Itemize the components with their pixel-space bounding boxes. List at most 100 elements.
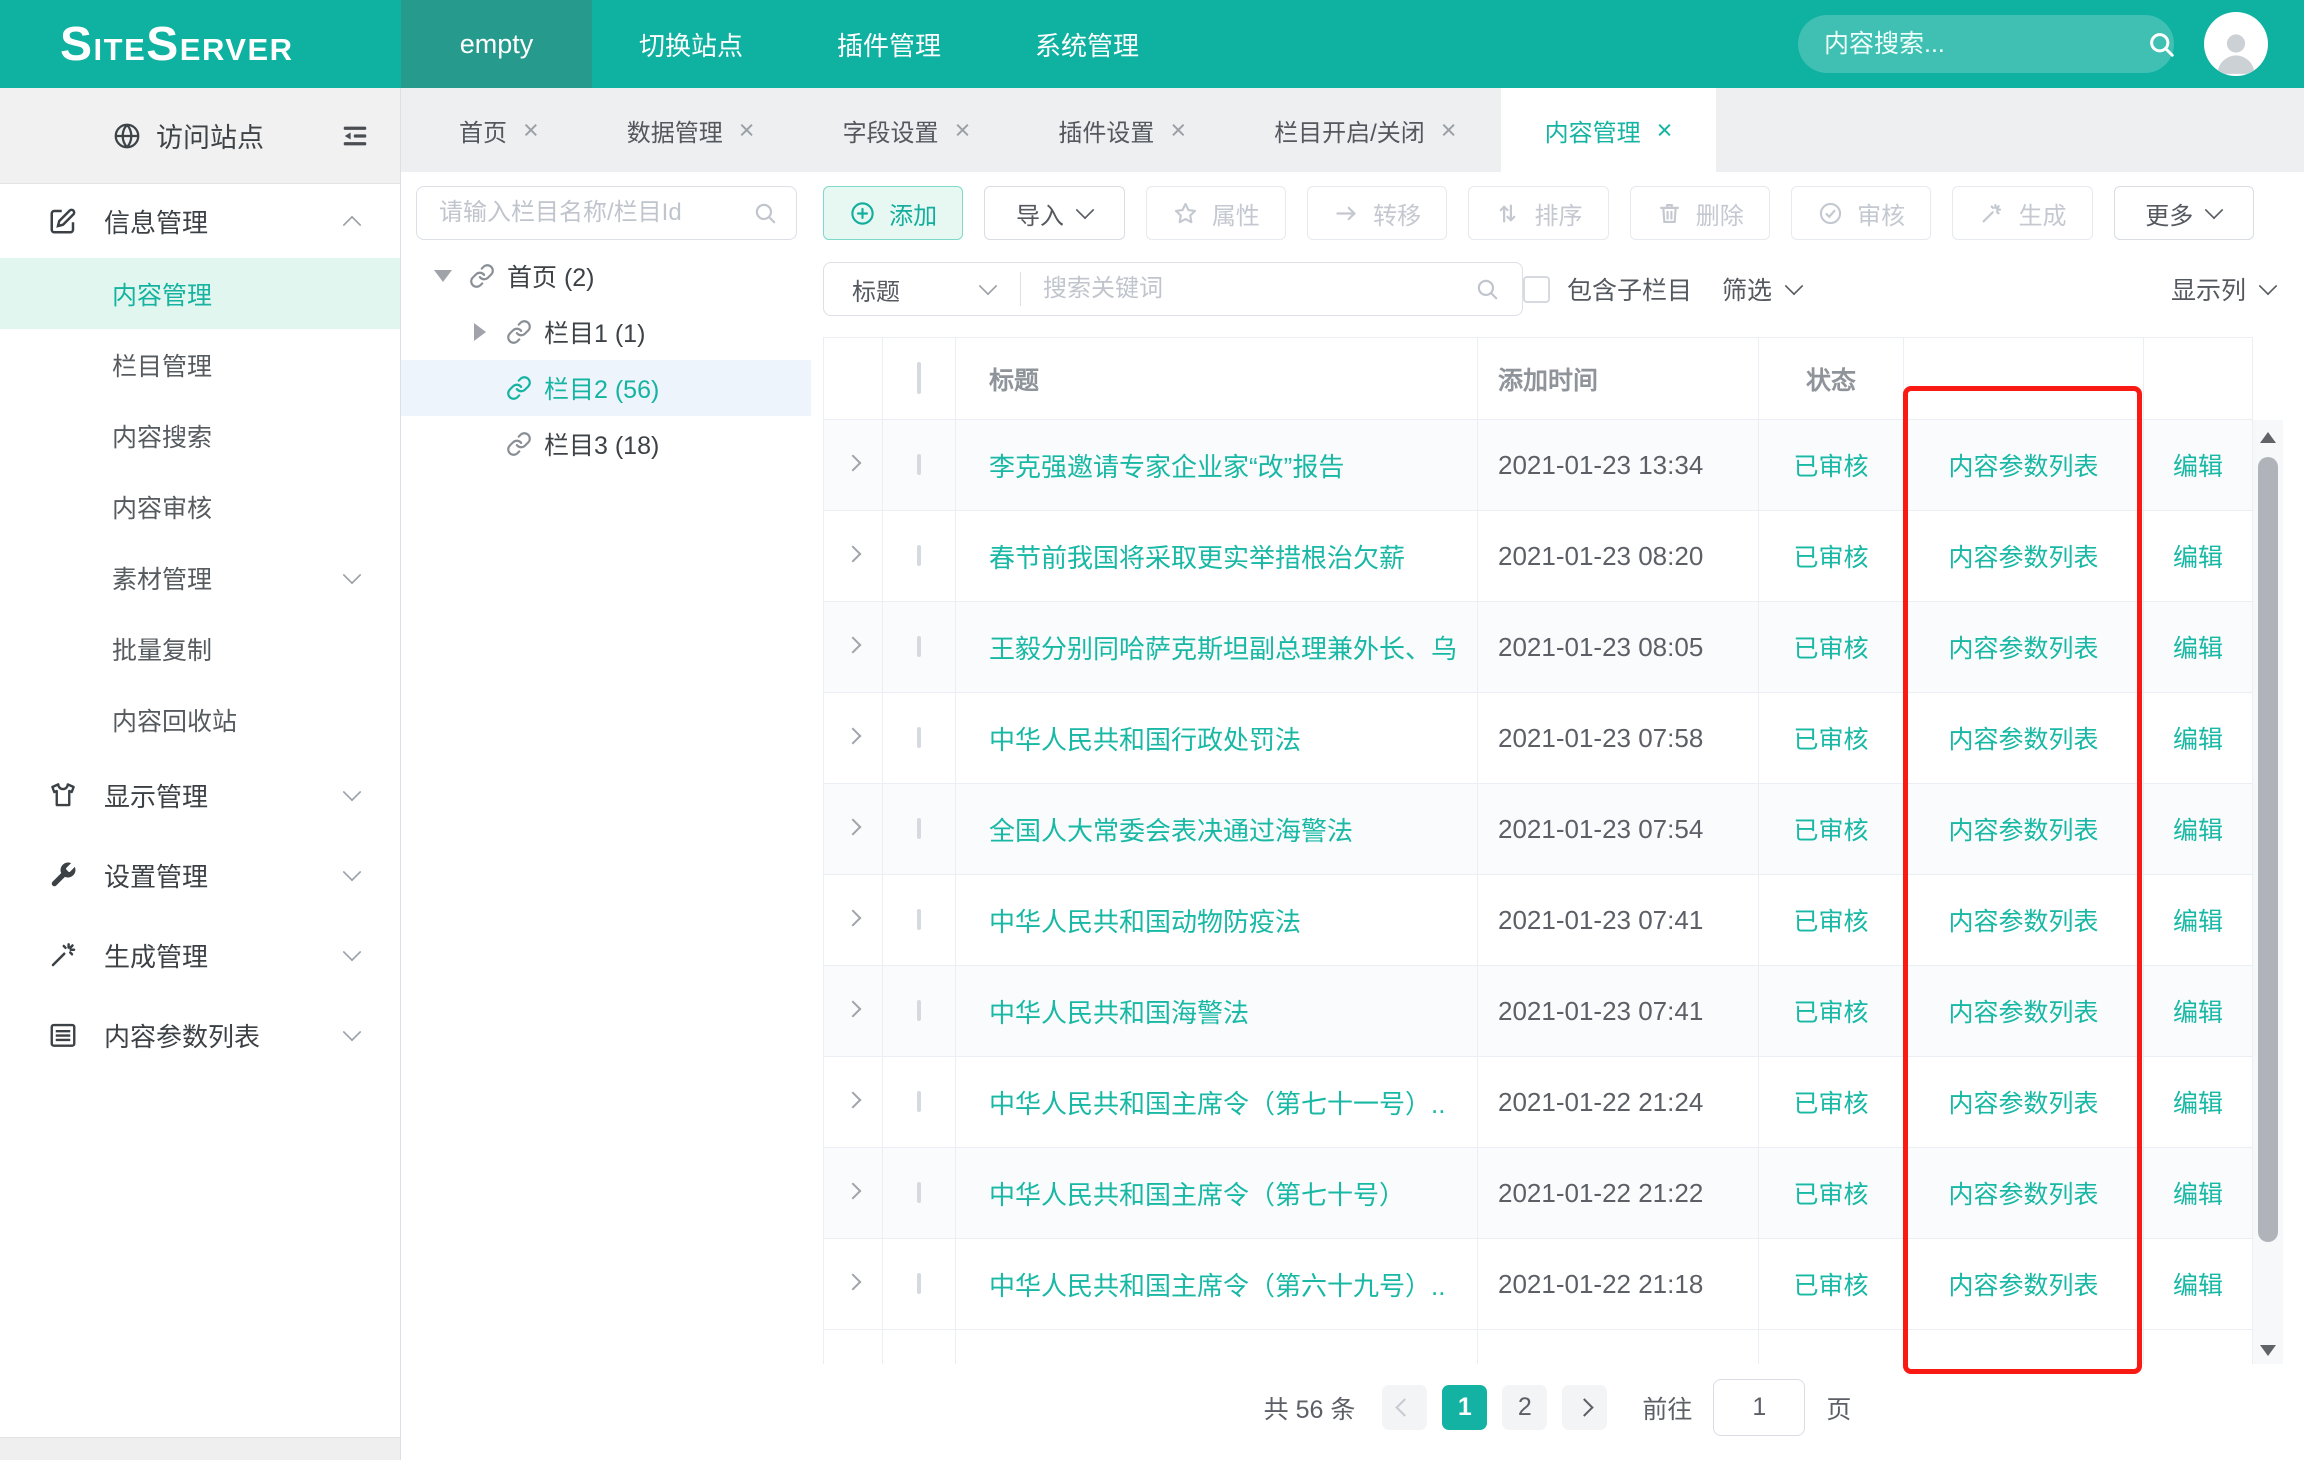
- row-checkbox[interactable]: [917, 909, 921, 930]
- tab-field-settings[interactable]: 字段设置×: [799, 88, 1015, 172]
- content-title-link[interactable]: 中华人民共和国动物防疫法: [989, 907, 1301, 937]
- sidebar-item-batch-copy[interactable]: 批量复制: [0, 613, 400, 684]
- sidebar-scrollbar-track[interactable]: [0, 1437, 400, 1460]
- content-title-link[interactable]: 李克强邀请专家企业家“改”报告: [989, 452, 1344, 482]
- expand-row-icon[interactable]: [845, 819, 862, 836]
- edit-link[interactable]: 编辑: [2173, 726, 2223, 754]
- tree-search-input[interactable]: [439, 199, 752, 227]
- filter-dropdown[interactable]: 筛选: [1722, 271, 1802, 307]
- sidebar-group-content-param-list[interactable]: 内容参数列表: [0, 995, 400, 1075]
- content-title-link[interactable]: 春节前我国将采取更实举措根治欠薪: [989, 543, 1405, 573]
- sidebar-group-info-management[interactable]: 信息管理: [0, 184, 400, 258]
- nav-switch-site[interactable]: 切换站点: [592, 0, 790, 88]
- content-title-link[interactable]: 中华人民共和国海警法: [989, 998, 1249, 1028]
- edit-link[interactable]: 编辑: [2173, 1090, 2223, 1118]
- tree-expand-icon[interactable]: [474, 323, 486, 341]
- content-param-list-link[interactable]: 内容参数列表: [1948, 635, 2098, 663]
- visit-site-header[interactable]: 访问站点: [0, 88, 400, 184]
- sort-button[interactable]: 排序: [1468, 186, 1608, 240]
- close-icon[interactable]: ×: [1170, 117, 1186, 144]
- select-all-checkbox[interactable]: [917, 362, 921, 394]
- row-checkbox[interactable]: [917, 1182, 921, 1203]
- search-icon[interactable]: [2146, 29, 2176, 59]
- tree-node-home[interactable]: 首页 (2): [401, 248, 811, 304]
- row-checkbox[interactable]: [917, 454, 921, 475]
- add-button[interactable]: 添加: [823, 186, 963, 240]
- close-icon[interactable]: ×: [523, 117, 539, 144]
- nav-system-management[interactable]: 系统管理: [988, 0, 1186, 88]
- close-icon[interactable]: ×: [1657, 117, 1673, 144]
- edit-link[interactable]: 编辑: [2173, 1181, 2223, 1209]
- search-field-select[interactable]: 标题: [824, 272, 1020, 307]
- global-search-input[interactable]: [1824, 30, 2146, 59]
- sidebar-group-generate-management[interactable]: 生成管理: [0, 915, 400, 995]
- sidebar-item-material-management[interactable]: 素材管理: [0, 542, 400, 613]
- delete-button[interactable]: 删除: [1630, 186, 1770, 240]
- columns-dropdown[interactable]: 显示列: [2171, 271, 2276, 307]
- expand-row-icon[interactable]: [845, 455, 862, 472]
- tab-content-management[interactable]: 内容管理×: [1501, 88, 1717, 172]
- row-checkbox[interactable]: [917, 818, 921, 839]
- content-param-list-link[interactable]: 内容参数列表: [1948, 908, 2098, 936]
- more-button[interactable]: 更多: [2114, 186, 2254, 240]
- content-param-list-link[interactable]: 内容参数列表: [1948, 726, 2098, 754]
- sidebar-item-content-search[interactable]: 内容搜索: [0, 400, 400, 471]
- edit-link[interactable]: 编辑: [2173, 453, 2223, 481]
- content-param-list-link[interactable]: 内容参数列表: [1948, 453, 2098, 481]
- close-icon[interactable]: ×: [739, 117, 755, 144]
- close-icon[interactable]: ×: [1441, 117, 1457, 144]
- tab-data-management[interactable]: 数据管理×: [583, 88, 799, 172]
- content-param-list-link[interactable]: 内容参数列表: [1948, 1090, 2098, 1118]
- expand-row-icon[interactable]: [845, 1001, 862, 1018]
- keyword-input[interactable]: [1043, 275, 1474, 303]
- sidebar-item-recycle-bin[interactable]: 内容回收站: [0, 684, 400, 755]
- row-checkbox[interactable]: [917, 1091, 921, 1112]
- sidebar-item-content-management[interactable]: 内容管理: [0, 258, 400, 329]
- content-title-link[interactable]: 王毅分别同哈萨克斯坦副总理兼外长、乌: [989, 634, 1457, 664]
- search-icon[interactable]: [1474, 276, 1500, 302]
- content-param-list-link[interactable]: 内容参数列表: [1948, 999, 2098, 1027]
- scroll-down-icon[interactable]: [2260, 1345, 2276, 1356]
- content-title-link[interactable]: 中华人民共和国主席令（第六十九号）..: [989, 1271, 1445, 1301]
- content-param-list-link[interactable]: 内容参数列表: [1948, 817, 2098, 845]
- menu-fold-icon[interactable]: [340, 121, 370, 151]
- edit-link[interactable]: 编辑: [2173, 817, 2223, 845]
- tab-column-toggle[interactable]: 栏目开启/关闭×: [1230, 88, 1500, 172]
- goto-page-input[interactable]: [1713, 1379, 1805, 1436]
- scrollbar-thumb[interactable]: [2258, 457, 2278, 1242]
- page-2-button[interactable]: 2: [1502, 1385, 1547, 1430]
- tree-node-column3[interactable]: 栏目3 (18): [401, 416, 811, 472]
- tree-search-box[interactable]: [416, 186, 797, 240]
- generate-button[interactable]: 生成: [1952, 186, 2092, 240]
- row-checkbox[interactable]: [917, 1000, 921, 1021]
- content-title-link[interactable]: 全国人大常委会表决通过海警法: [989, 816, 1353, 846]
- tab-plugin-settings[interactable]: 插件设置×: [1014, 88, 1230, 172]
- expand-row-icon[interactable]: [845, 1274, 862, 1291]
- expand-row-icon[interactable]: [845, 1092, 862, 1109]
- content-title-link[interactable]: 中华人民共和国主席令（第七十一号）..: [989, 1089, 1445, 1119]
- content-param-list-link[interactable]: 内容参数列表: [1948, 1181, 2098, 1209]
- import-button[interactable]: 导入: [984, 186, 1124, 240]
- close-icon[interactable]: ×: [955, 117, 971, 144]
- row-checkbox[interactable]: [917, 636, 921, 657]
- sidebar-group-settings-management[interactable]: 设置管理: [0, 835, 400, 915]
- include-children-checkbox[interactable]: [1523, 276, 1550, 303]
- select-all-header[interactable]: [883, 338, 956, 420]
- current-site-button[interactable]: empty: [401, 0, 592, 88]
- edit-link[interactable]: 编辑: [2173, 999, 2223, 1027]
- transfer-button[interactable]: 转移: [1307, 186, 1447, 240]
- content-title-link[interactable]: 中华人民共和国行政处罚法: [989, 725, 1301, 755]
- tree-collapse-icon[interactable]: [434, 270, 452, 282]
- sidebar-item-content-review[interactable]: 内容审核: [0, 471, 400, 542]
- page-1-button[interactable]: 1: [1442, 1385, 1487, 1430]
- edit-link[interactable]: 编辑: [2173, 544, 2223, 572]
- content-title-link[interactable]: 中华人民共和国主席令（第七十号）: [989, 1180, 1405, 1210]
- attributes-button[interactable]: 属性: [1146, 186, 1286, 240]
- prev-page-button[interactable]: [1382, 1385, 1427, 1430]
- scroll-up-icon[interactable]: [2260, 432, 2276, 443]
- content-param-list-link[interactable]: 内容参数列表: [1948, 1272, 2098, 1300]
- row-checkbox[interactable]: [917, 1273, 921, 1294]
- global-search[interactable]: [1798, 15, 2174, 73]
- expand-row-icon[interactable]: [845, 546, 862, 563]
- expand-row-icon[interactable]: [845, 637, 862, 654]
